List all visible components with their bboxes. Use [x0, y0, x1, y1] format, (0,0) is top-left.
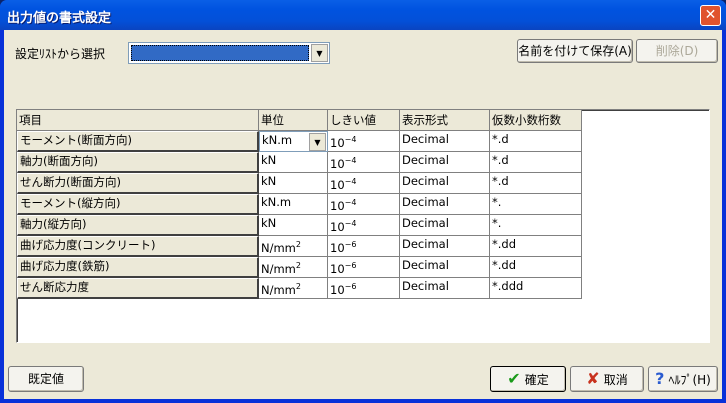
cell-format[interactable]: Decimal — [400, 278, 490, 299]
cell-unit[interactable]: N/mm2 — [259, 257, 328, 278]
cell-digits[interactable]: *.dd — [490, 236, 582, 257]
cell-threshold[interactable]: 10−6 — [328, 278, 400, 299]
column-header-threshold: しきい値 — [328, 110, 400, 131]
unit-text: kN — [261, 216, 277, 230]
threshold-base: 10 — [330, 178, 345, 192]
unit-text: N/mm — [261, 283, 296, 297]
title-bar: 出力値の書式設定 ✕ — [0, 0, 726, 30]
column-header-format: 表示形式 — [400, 110, 490, 131]
cell-threshold[interactable]: 10−6 — [328, 257, 400, 278]
cell-unit[interactable]: kN — [259, 152, 328, 173]
threshold-base: 10 — [330, 283, 345, 297]
window-title: 出力値の書式設定 — [7, 11, 112, 26]
cell-format[interactable]: Decimal — [400, 131, 490, 152]
cell-unit[interactable]: kN.m ▼ — [259, 131, 328, 152]
settings-list-combo[interactable]: ▼ — [128, 42, 330, 64]
cell-threshold[interactable]: 10−4 — [328, 131, 400, 152]
threshold-base: 10 — [330, 157, 345, 171]
threshold-exponent: −4 — [344, 219, 357, 228]
cell-digits[interactable]: *. — [490, 215, 582, 236]
cell-unit[interactable]: N/mm2 — [259, 236, 328, 257]
cancel-label: 取消 — [603, 373, 628, 387]
select-label: 設定ﾘｽﾄから選択 — [15, 47, 106, 61]
cell-digits[interactable]: *.dd — [490, 257, 582, 278]
save-as-button[interactable]: 名前を付けて保存(A) — [517, 39, 633, 63]
threshold-base: 10 — [330, 220, 345, 234]
unit-text: N/mm — [261, 241, 296, 255]
cell-unit[interactable]: N/mm2 — [259, 278, 328, 299]
cell-threshold[interactable]: 10−4 — [328, 173, 400, 194]
threshold-exponent: −4 — [344, 135, 357, 144]
cell-item: 曲げ応力度(コンクリート) — [17, 236, 259, 257]
default-button[interactable]: 既定値 — [8, 366, 84, 392]
cell-unit[interactable]: kN — [259, 215, 328, 236]
cancel-button[interactable]: ✘ 取消 — [570, 366, 644, 392]
help-button[interactable]: ? ﾍﾙﾌﾟ(H) — [648, 366, 718, 392]
cell-format[interactable]: Decimal — [400, 236, 490, 257]
threshold-base: 10 — [330, 262, 345, 276]
cell-digits[interactable]: *.d — [490, 131, 582, 152]
dialog-window: 出力値の書式設定 ✕ 設定ﾘｽﾄから選択 ▼ 名前を付けて保存(A) 削除(D)… — [0, 0, 726, 403]
cell-format[interactable]: Decimal — [400, 194, 490, 215]
cell-threshold[interactable]: 10−6 — [328, 236, 400, 257]
dialog-body: 設定ﾘｽﾄから選択 ▼ 名前を付けて保存(A) 削除(D) 項目 単位 しきい値 表示… — [4, 30, 722, 399]
format-grid[interactable]: 項目 単位 しきい値 表示形式 仮数小数桁数 モーメント(断面方向) kN.m ▼ 10−4 De… — [16, 109, 710, 343]
column-header-digits: 仮数小数桁数 — [490, 110, 582, 131]
x-icon: ✘ — [586, 369, 600, 388]
cell-threshold[interactable]: 10−4 — [328, 215, 400, 236]
cell-item: せん断応力度 — [17, 278, 259, 299]
unit-text: N/mm — [261, 262, 296, 276]
delete-button[interactable]: 削除(D) — [636, 39, 718, 63]
chevron-down-icon[interactable]: ▼ — [311, 44, 328, 62]
cell-digits[interactable]: *.d — [490, 152, 582, 173]
threshold-exponent: −6 — [344, 240, 357, 249]
cell-unit[interactable]: kN — [259, 173, 328, 194]
cell-format[interactable]: Decimal — [400, 257, 490, 278]
unit-text: kN — [261, 174, 277, 188]
ok-label: 確定 — [524, 373, 549, 387]
threshold-base: 10 — [330, 136, 345, 150]
chevron-down-icon[interactable]: ▼ — [309, 133, 326, 151]
cell-item: モーメント(縦方向) — [17, 194, 259, 215]
unit-text: kN.m — [261, 195, 292, 209]
check-icon: ✔ — [507, 369, 521, 388]
unit-text: kN — [261, 153, 277, 167]
close-button[interactable]: ✕ — [700, 5, 721, 26]
cell-item: 曲げ応力度(鉄筋) — [17, 257, 259, 278]
unit-exponent: 2 — [295, 261, 301, 270]
question-icon: ? — [655, 369, 665, 388]
threshold-exponent: −6 — [344, 261, 357, 270]
threshold-exponent: −4 — [344, 198, 357, 207]
cell-item: 軸力(断面方向) — [17, 152, 259, 173]
cell-digits[interactable]: *.ddd — [490, 278, 582, 299]
cell-item: モーメント(断面方向) — [17, 131, 259, 152]
unit-text: kN.m — [262, 133, 293, 147]
threshold-exponent: −4 — [344, 177, 357, 186]
column-header-unit: 単位 — [259, 110, 328, 131]
cell-format[interactable]: Decimal — [400, 173, 490, 194]
help-label: ﾍﾙﾌﾟ(H) — [668, 373, 711, 387]
cell-item: 軸力(縦方向) — [17, 215, 259, 236]
column-header-item: 項目 — [17, 110, 259, 131]
threshold-base: 10 — [330, 199, 345, 213]
unit-exponent: 2 — [295, 282, 301, 291]
cell-digits[interactable]: *.d — [490, 173, 582, 194]
cell-format[interactable]: Decimal — [400, 152, 490, 173]
threshold-base: 10 — [330, 241, 345, 255]
cell-unit[interactable]: kN.m — [259, 194, 328, 215]
cell-item: せん断力(断面方向) — [17, 173, 259, 194]
cell-threshold[interactable]: 10−4 — [328, 152, 400, 173]
threshold-exponent: −4 — [344, 156, 357, 165]
cell-digits[interactable]: *. — [490, 194, 582, 215]
ok-button[interactable]: ✔ 確定 — [490, 366, 566, 392]
cell-threshold[interactable]: 10−4 — [328, 194, 400, 215]
threshold-exponent: −6 — [344, 282, 357, 291]
cell-format[interactable]: Decimal — [400, 215, 490, 236]
unit-exponent: 2 — [295, 240, 301, 249]
